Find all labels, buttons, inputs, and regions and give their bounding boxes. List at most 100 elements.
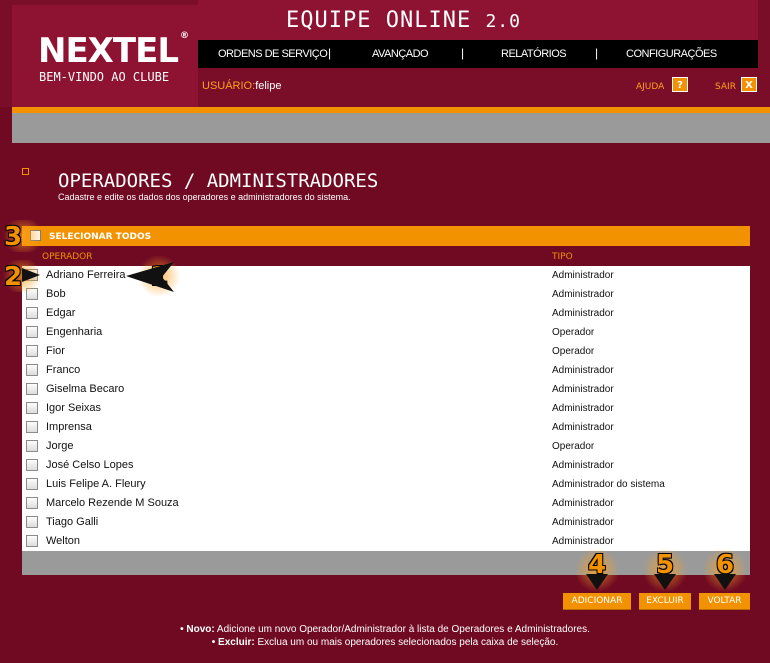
row-checkbox[interactable] xyxy=(26,326,38,338)
nav-separator: | xyxy=(461,46,465,60)
nav-avancado[interactable]: AVANÇADO xyxy=(372,48,429,60)
logo-tagline: BEM-VINDO AO CLUBE xyxy=(39,70,170,84)
operator-type: Administrador xyxy=(552,384,614,395)
callout-4-arrow-icon xyxy=(586,574,608,590)
close-icon[interactable]: X xyxy=(741,77,757,92)
table-row[interactable]: Igor Seixas Administrador xyxy=(22,399,750,418)
operator-name[interactable]: Imprensa xyxy=(46,421,92,433)
row-checkbox[interactable] xyxy=(26,345,38,357)
delete-button[interactable]: EXCLUIR xyxy=(639,593,691,610)
callout-1-arrow-icon xyxy=(126,262,174,292)
table-row[interactable]: Engenharia Operador xyxy=(22,323,750,342)
table-row[interactable]: Marcelo Rezende M Souza Administrador xyxy=(22,494,750,513)
help-icon[interactable]: ? xyxy=(672,77,688,92)
logout-link[interactable]: SAIR xyxy=(715,82,736,92)
operator-name[interactable]: Marcelo Rezende M Souza xyxy=(46,497,179,509)
nav-configuracoes[interactable]: CONFIGURAÇÕES xyxy=(626,48,717,60)
row-checkbox[interactable] xyxy=(26,307,38,319)
app-titlebar: EQUIPE ONLINE 2.0 xyxy=(198,0,758,40)
row-checkbox[interactable] xyxy=(26,478,38,490)
registered-mark: ® xyxy=(179,31,189,41)
callout-5-arrow-icon xyxy=(654,574,676,590)
operator-name[interactable]: Welton xyxy=(46,535,80,547)
help-desc-new: Adicione um novo Operador/Administrador … xyxy=(214,624,590,635)
app-title: EQUIPE ONLINE 2.0 xyxy=(286,8,521,33)
nav-separator: | xyxy=(595,46,599,60)
callout-3: 3 xyxy=(4,222,23,252)
main-nav: ORDENS DE SERVIÇO | AVANÇADO | RELATÓRIO… xyxy=(198,40,758,68)
callout-2: 2 xyxy=(4,262,23,292)
operator-name[interactable]: Engenharia xyxy=(46,326,102,338)
row-checkbox[interactable] xyxy=(26,402,38,414)
operator-type: Administrador xyxy=(552,460,614,471)
page-title: OPERADORES / ADMINISTRADORES xyxy=(58,170,379,192)
row-checkbox[interactable] xyxy=(26,383,38,395)
nav-separator: | xyxy=(328,46,332,60)
help-desc-delete: Exclua um ou mais operadores selecionado… xyxy=(254,637,559,648)
table-row[interactable]: Luis Felipe A. Fleury Administrador do si… xyxy=(22,475,750,494)
table-footer-bar xyxy=(22,551,750,575)
operator-type: Administrador xyxy=(552,517,614,528)
operator-type: Operador xyxy=(552,441,595,452)
row-checkbox[interactable] xyxy=(26,440,38,452)
nav-ordens-de-servico[interactable]: ORDENS DE SERVIÇO xyxy=(218,48,328,60)
operator-name[interactable]: Luis Felipe A. Fleury xyxy=(46,478,146,490)
user-label: USUÁRIO: xyxy=(202,80,256,92)
help-key-delete: • Excluir: xyxy=(211,637,255,648)
add-button[interactable]: ADICIONAR xyxy=(563,593,631,610)
select-all-label[interactable]: SELECIONAR TODOS xyxy=(49,232,151,242)
row-checkbox[interactable] xyxy=(26,535,38,547)
operator-name[interactable]: José Celso Lopes xyxy=(46,459,133,471)
operator-name[interactable]: Bob xyxy=(46,288,66,300)
operator-name[interactable]: Giselma Becaro xyxy=(46,383,124,395)
table-row[interactable]: Tiago Galli Administrador xyxy=(22,513,750,532)
row-checkbox[interactable] xyxy=(26,497,38,509)
operator-name[interactable]: Adriano Ferreira xyxy=(46,269,125,281)
operator-name[interactable]: Edgar xyxy=(46,307,75,319)
help-key-new: • Novo: xyxy=(180,624,215,635)
column-header-operator: OPERADOR xyxy=(42,252,93,262)
page-subtitle: Cadastre e edite os dados dos operadores… xyxy=(58,192,351,202)
logo-wordmark: NEXTEL xyxy=(38,31,179,71)
help-link[interactable]: AJUDA xyxy=(636,82,664,92)
table-row[interactable]: Welton Administrador xyxy=(22,532,750,551)
table-row[interactable]: Jorge Operador xyxy=(22,437,750,456)
table-row[interactable]: José Celso Lopes Administrador xyxy=(22,456,750,475)
row-checkbox[interactable] xyxy=(26,516,38,528)
operators-table: Adriano Ferreira Administrador Bob Adminis… xyxy=(22,266,750,551)
operator-type: Administrador xyxy=(552,498,614,509)
operator-type: Administrador xyxy=(552,289,614,300)
select-all-bar: SELECIONAR TODOS xyxy=(22,226,750,246)
table-row[interactable]: Imprensa Administrador xyxy=(22,418,750,437)
operator-type: Operador xyxy=(552,346,595,357)
logo-text: NEXTEL ® xyxy=(38,31,189,71)
nextel-logo[interactable]: NEXTEL ® BEM-VINDO AO CLUBE xyxy=(12,5,198,107)
gray-toolbar xyxy=(12,113,770,143)
callout-6-arrow-icon xyxy=(714,574,736,590)
table-row[interactable]: Giselma Becaro Administrador xyxy=(22,380,750,399)
title-bullet-icon xyxy=(22,168,29,175)
operator-name[interactable]: Franco xyxy=(46,364,80,376)
operator-type: Administrador xyxy=(552,270,614,281)
user-info: USUÁRIO:felipe xyxy=(202,80,281,92)
operator-name[interactable]: Jorge xyxy=(46,440,74,452)
operator-name[interactable]: Tiago Galli xyxy=(46,516,98,528)
row-checkbox[interactable] xyxy=(26,459,38,471)
operator-type: Administrador xyxy=(552,308,614,319)
callout-2-arrow-icon xyxy=(22,268,40,282)
back-button[interactable]: VOLTAR xyxy=(699,593,750,610)
operator-name[interactable]: Igor Seixas xyxy=(46,402,101,414)
table-row[interactable]: Fior Operador xyxy=(22,342,750,361)
nav-relatorios[interactable]: RELATÓRIOS xyxy=(501,48,567,60)
row-checkbox[interactable] xyxy=(26,421,38,433)
app-title-text: EQUIPE ONLINE xyxy=(286,8,472,33)
column-header-type: TIPO xyxy=(552,252,573,262)
table-row[interactable]: Edgar Administrador xyxy=(22,304,750,323)
operator-type: Operador xyxy=(552,327,595,338)
operator-name[interactable]: Fior xyxy=(46,345,65,357)
app-version: 2.0 xyxy=(485,11,521,32)
row-checkbox[interactable] xyxy=(26,364,38,376)
help-text: • Novo: Adicione um novo Operador/Admini… xyxy=(0,624,770,650)
operator-type: Administrador xyxy=(552,403,614,414)
table-row[interactable]: Franco Administrador xyxy=(22,361,750,380)
